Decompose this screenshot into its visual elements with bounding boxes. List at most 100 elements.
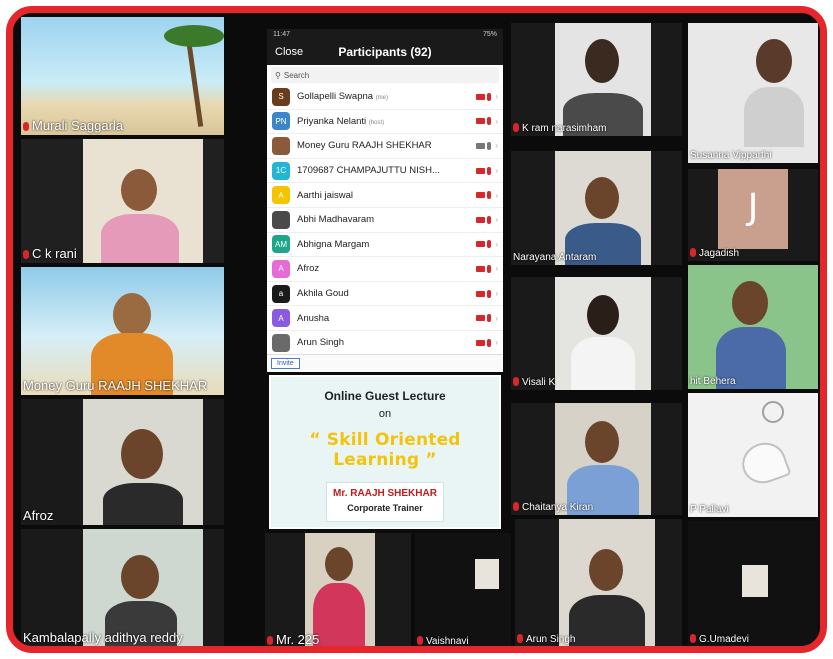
participant-name: hit Behera xyxy=(690,376,736,387)
avatar xyxy=(272,136,290,155)
microphone-icon xyxy=(487,289,492,298)
participants-header: Close Participants (92) xyxy=(267,39,503,65)
video-camera-icon xyxy=(476,339,486,346)
microphone-icon xyxy=(487,338,492,347)
video-tile-susanna[interactable]: Susanna Vipparthi xyxy=(688,23,818,163)
mic-muted-icon xyxy=(23,122,29,131)
keychain-heart-graphic xyxy=(736,436,792,490)
participant-controls: › xyxy=(476,338,498,347)
lecture-topic: “ Skill Oriented Learning ” xyxy=(309,430,461,470)
video-camera-icon xyxy=(476,142,486,149)
video-tile-rani[interactable]: C k rani xyxy=(21,139,224,263)
video-tile-behera[interactable]: hit Behera xyxy=(688,265,818,389)
video-tile-kram[interactable]: K ram narasimham xyxy=(511,23,682,136)
participant-controls: › xyxy=(476,117,498,126)
speaker-role: Corporate Trainer xyxy=(347,503,423,513)
chevron-right-icon: › xyxy=(495,313,498,323)
status-bar: 11:47 75% xyxy=(267,29,503,39)
video-tile-narayana[interactable]: Narayana Antaram xyxy=(511,151,682,265)
participant-row[interactable]: S Gollapelli Swapna (me) › xyxy=(267,85,503,110)
microphone-icon xyxy=(487,264,492,273)
microphone-icon xyxy=(487,314,492,323)
participant-name: Gollapelli Swapna (me) xyxy=(297,91,389,103)
participant-row[interactable]: a Akhila Goud › xyxy=(267,282,503,307)
microphone-icon xyxy=(487,240,492,249)
chevron-right-icon: › xyxy=(495,264,498,274)
participant-row[interactable]: Abhi Madhavaram › xyxy=(267,208,503,233)
participant-name: Jagadish xyxy=(690,248,739,259)
participant-controls: › xyxy=(476,289,498,298)
microphone-icon xyxy=(487,191,492,200)
participant-name: Visali K xyxy=(513,377,555,388)
participant-row[interactable]: PN Priyanka Nelanti (host) › xyxy=(267,110,503,135)
participants-list: S Gollapelli Swapna (me) › PN Priyanka Nelan… xyxy=(267,85,503,356)
microphone-icon xyxy=(487,166,492,175)
participant-name: Money Guru RAAJH SHEKHAR xyxy=(297,140,432,152)
avatar-initial: J xyxy=(747,187,759,228)
video-tile-pallavi[interactable]: P Pallavi xyxy=(688,393,818,517)
mic-muted-icon xyxy=(23,250,29,259)
avatar: A xyxy=(272,186,290,205)
participant-name: Arun Singh xyxy=(297,337,345,349)
video-tile-arunsingh[interactable]: Arun Singh xyxy=(515,519,682,646)
mic-muted-icon xyxy=(513,377,519,386)
participant-controls: › xyxy=(476,92,498,101)
participant-name: P Pallavi xyxy=(690,504,729,515)
video-camera-icon xyxy=(476,118,486,125)
participant-controls: › xyxy=(476,240,498,249)
invite-button[interactable]: Invite xyxy=(271,358,300,369)
participant-name: G.Umadevi xyxy=(690,634,749,645)
participant-row[interactable]: AM Abhigna Margam › xyxy=(267,233,503,258)
participant-name: Money Guru RAAJH SHEKHAR xyxy=(23,378,208,393)
participant-name: Aarthi jaiswal xyxy=(297,189,353,201)
participant-row[interactable]: A Anusha › xyxy=(267,306,503,331)
chevron-right-icon: › xyxy=(495,141,498,151)
participant-name: Kambalapally adithya reddy xyxy=(23,630,183,645)
invite-bar: Invite xyxy=(267,354,503,372)
video-camera-icon xyxy=(476,315,486,322)
video-tile-kambalapally[interactable]: Kambalapally adithya reddy xyxy=(21,529,224,646)
chevron-right-icon: › xyxy=(495,116,498,126)
video-tile-vaishnavi[interactable]: Vaishnavi xyxy=(415,533,511,646)
video-tile-chaitanya[interactable]: Chaitanya Kiran xyxy=(511,403,682,515)
participant-name: C k rani xyxy=(23,246,77,261)
microphone-icon xyxy=(487,215,492,224)
video-tile-visali[interactable]: Visali K xyxy=(511,277,682,390)
microphone-icon xyxy=(487,141,492,150)
mic-muted-icon xyxy=(513,123,519,132)
participant-row[interactable]: Money Guru RAAJH SHEKHAR › xyxy=(267,134,503,159)
video-tile-umadevi[interactable]: G.Umadevi xyxy=(688,521,818,646)
video-tile-murali[interactable]: Murali Saggarla xyxy=(21,17,224,135)
participant-controls: › xyxy=(476,215,498,224)
avatar: J xyxy=(718,169,788,249)
video-tile-afroz[interactable]: Afroz xyxy=(21,399,224,525)
chevron-right-icon: › xyxy=(495,92,498,102)
video-tile-jagadish[interactable]: J Jagadish xyxy=(688,169,818,261)
speaker-name: Mr. RAAJH SHEKHAR xyxy=(333,488,437,499)
placeholder-image xyxy=(475,559,499,589)
lecture-title: Online Guest Lecture xyxy=(324,389,446,403)
chevron-right-icon: › xyxy=(495,239,498,249)
participant-row[interactable]: A Aarthi jaiswal › xyxy=(267,183,503,208)
participant-controls: › xyxy=(476,141,498,150)
participant-row[interactable]: A Afroz › xyxy=(267,257,503,282)
participant-name: Abhi Madhavaram xyxy=(297,214,375,226)
participant-row[interactable]: Arun Singh › xyxy=(267,331,503,356)
participant-row[interactable]: 1C 1709687 CHAMPAJUTTU NISH... › xyxy=(267,159,503,184)
mic-muted-icon xyxy=(513,502,519,511)
search-input[interactable]: ⚲ Search xyxy=(271,67,499,83)
video-camera-icon xyxy=(476,216,486,223)
video-camera-icon xyxy=(476,265,486,272)
speaker-box: Mr. RAAJH SHEKHAR Corporate Trainer xyxy=(326,482,444,522)
participant-name: Susanna Vipparthi xyxy=(690,150,772,161)
video-tile-mr225[interactable]: Mr. 225 xyxy=(265,533,411,646)
video-tile-moneyguru[interactable]: Money Guru RAAJH SHEKHAR xyxy=(21,267,224,395)
participant-name: Anusha xyxy=(297,312,330,324)
status-battery: 75% xyxy=(482,30,497,38)
microphone-icon xyxy=(487,92,492,101)
chevron-right-icon: › xyxy=(495,166,498,176)
avatar: 1C xyxy=(272,161,290,180)
close-button[interactable]: Close xyxy=(275,46,303,58)
search-placeholder: Search xyxy=(283,70,310,80)
participant-controls: › xyxy=(476,166,498,175)
